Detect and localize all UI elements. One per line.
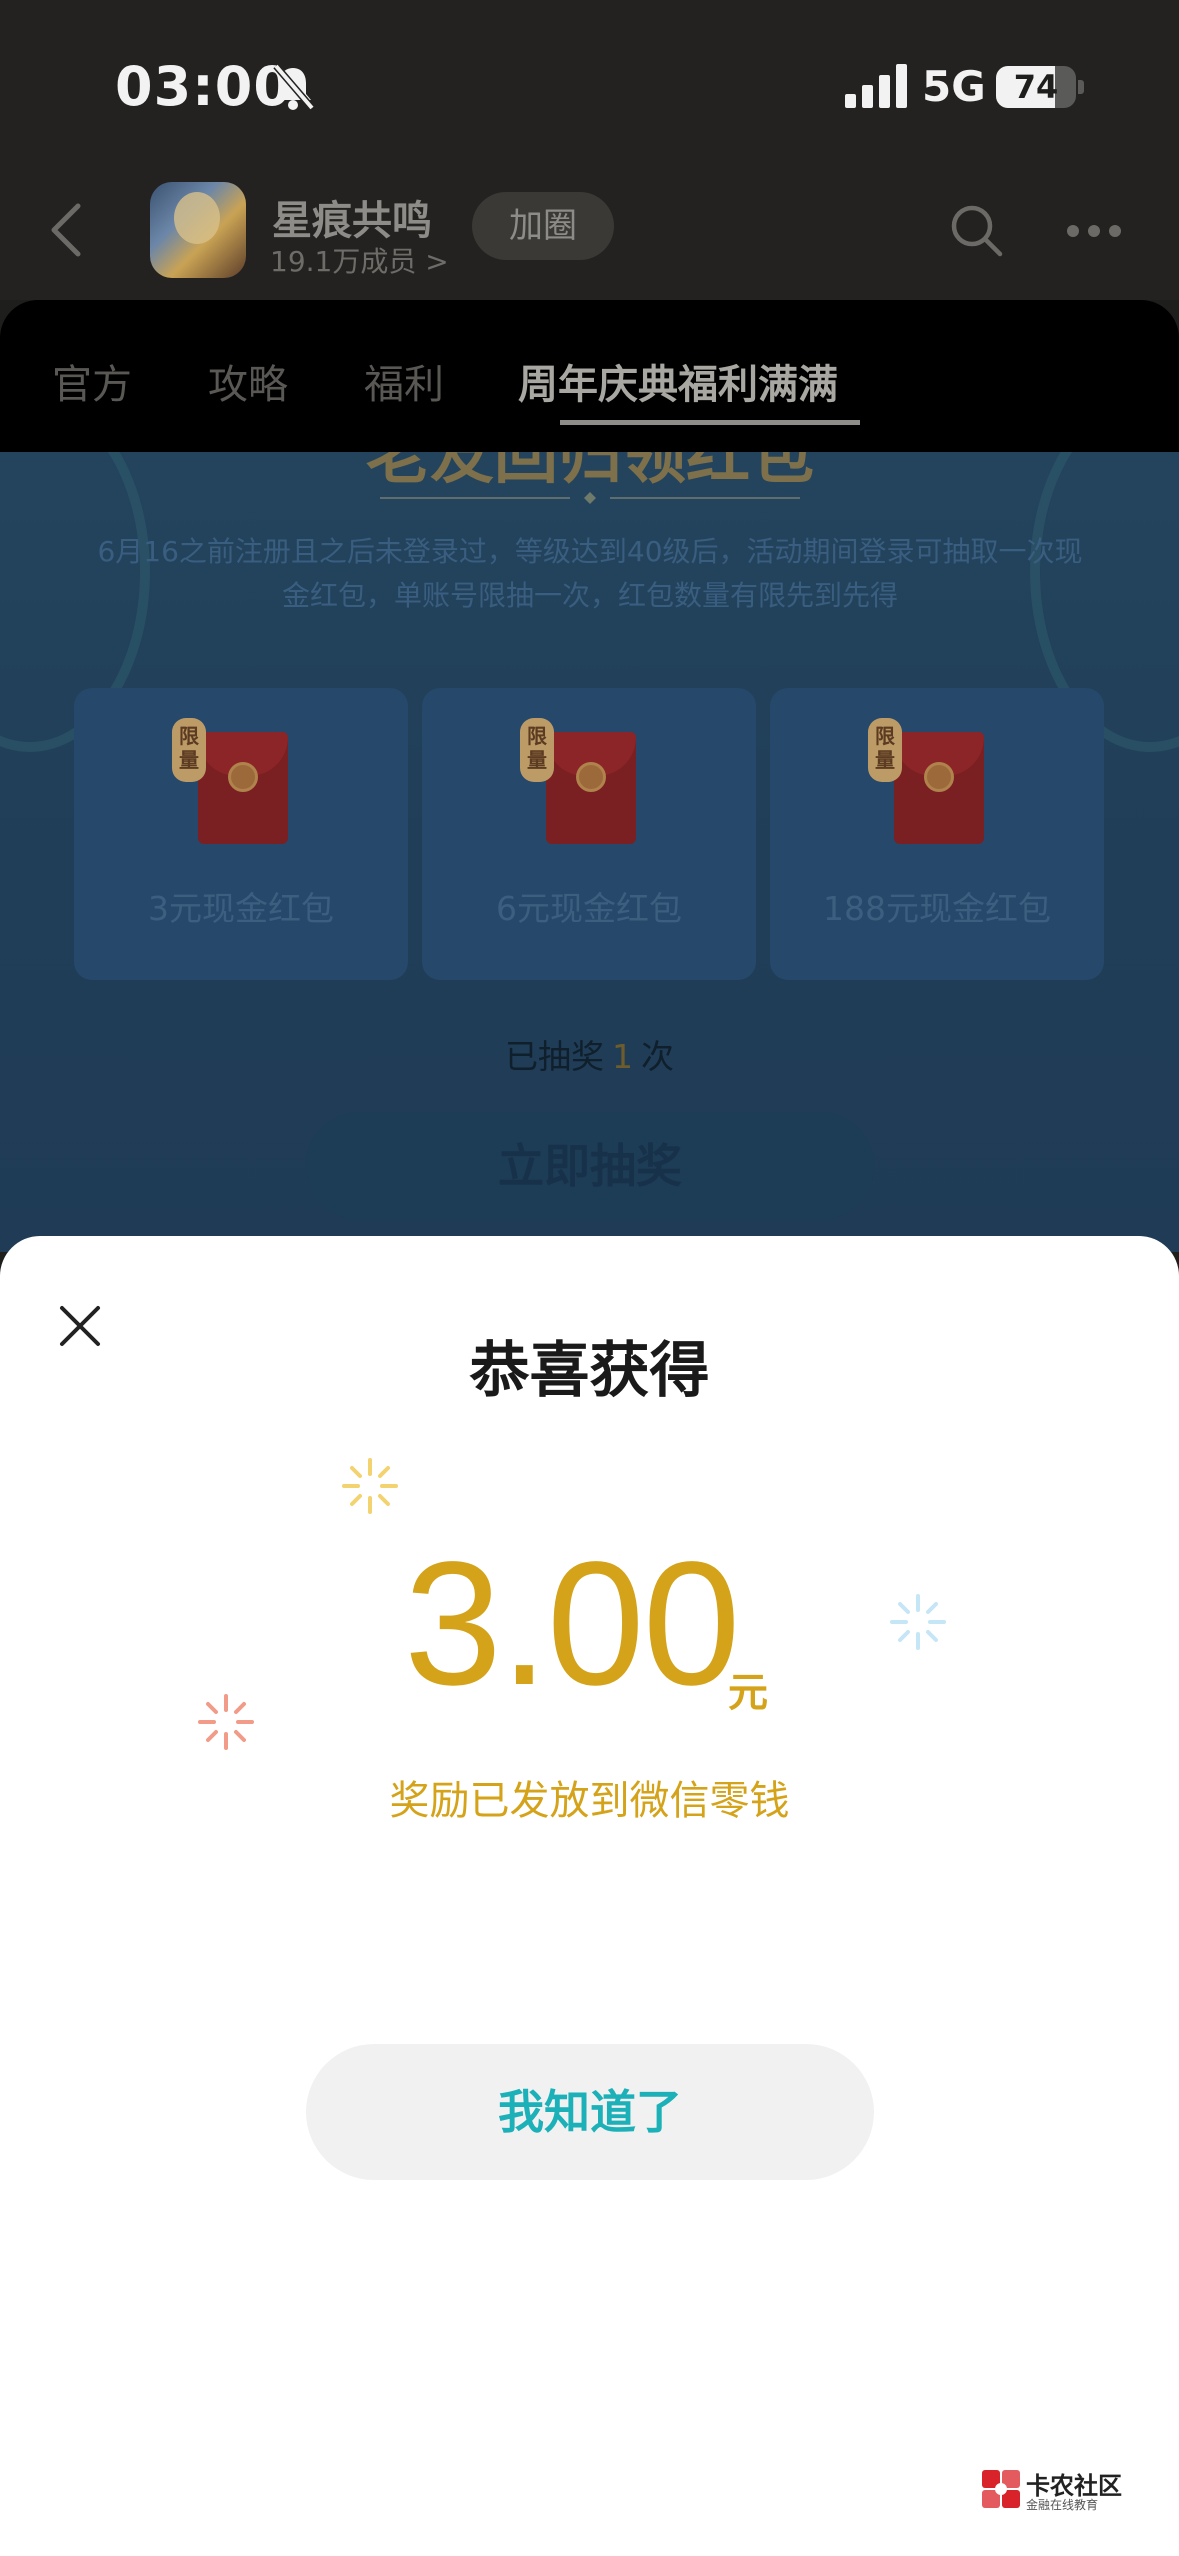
red-packet-icon: 限量 xyxy=(868,718,1008,858)
red-packet-icon: 限量 xyxy=(520,718,660,858)
reward-amount: 3.00 xyxy=(404,1526,741,1722)
prize-card: 限量 3元现金红包 xyxy=(74,688,408,980)
watermark: 卡农社区 金融在线教育 xyxy=(980,2464,1160,2514)
watermark-tagline: 金融在线教育 xyxy=(1026,2498,1099,2512)
draw-count-prefix: 已抽奖 xyxy=(505,1037,604,1076)
event-title: 老友回归领红包 xyxy=(366,452,814,493)
prize-card: 限量 188元现金红包 xyxy=(770,688,1104,980)
member-count[interactable]: 19.1万成员 > xyxy=(270,240,449,280)
cellular-signal-icon xyxy=(845,64,907,108)
join-circle-button[interactable]: 加圈 xyxy=(472,192,614,260)
modal-title: 恭喜获得 xyxy=(469,1336,710,1406)
back-arrow-icon[interactable] xyxy=(46,200,86,260)
active-tab-indicator xyxy=(560,420,860,425)
prize-label: 6元现金红包 xyxy=(496,889,682,928)
battery-tip xyxy=(1078,80,1084,94)
draw-count: 已抽奖 1 次 xyxy=(0,1030,1179,1078)
red-packet-icon: 限量 xyxy=(172,718,312,858)
tab-welfare[interactable]: 福利 xyxy=(364,352,444,410)
limited-badge: 限量 xyxy=(172,718,206,782)
game-avatar[interactable] xyxy=(150,182,246,278)
sparkle-icon xyxy=(342,1458,398,1514)
tab-anniversary[interactable]: 周年庆典福利满满 xyxy=(518,352,838,410)
coin-icon xyxy=(576,762,606,792)
bell-muted-icon xyxy=(273,63,315,111)
draw-count-number: 1 xyxy=(612,1037,633,1076)
reward-modal: 恭喜获得 3.00 元 奖励已发放到微信零钱 我知道了 xyxy=(0,1236,1179,2556)
confirm-button[interactable]: 我知道了 xyxy=(306,2044,874,2180)
search-icon[interactable] xyxy=(948,202,1004,258)
tab-official[interactable]: 官方 xyxy=(52,352,132,410)
prize-card: 限量 6元现金红包 xyxy=(422,688,756,980)
draw-now-button[interactable]: 立即抽奖 xyxy=(306,1112,874,1220)
event-content: 老友回归领红包 6月16之前注册且之后未登录过，等级达到40级后，活动期间登录可… xyxy=(0,452,1179,1252)
event-description: 6月16之前注册且之后未登录过，等级达到40级后，活动期间登录可抽取一次现金红包… xyxy=(97,535,1083,612)
currency-unit: 元 xyxy=(728,1670,768,1716)
title-divider xyxy=(380,492,800,504)
more-options-icon[interactable] xyxy=(1066,224,1122,238)
battery-percent: 74 xyxy=(1013,68,1059,106)
coin-icon xyxy=(924,762,954,792)
coin-icon xyxy=(228,762,258,792)
prize-label: 3元现金红包 xyxy=(148,889,334,928)
draw-count-suffix: 次 xyxy=(641,1037,674,1076)
circle-header: 星痕共鸣 19.1万成员 > 加圈 xyxy=(0,170,1179,300)
limited-badge: 限量 xyxy=(520,718,554,782)
sparkle-icon xyxy=(890,1594,946,1650)
tab-bar: 官方 攻略 福利 周年庆典福利满满 xyxy=(0,300,1179,452)
kanong-logo-icon xyxy=(982,2470,1020,2508)
reward-note: 奖励已发放到微信零钱 xyxy=(389,1778,790,1824)
clock: 03:00 xyxy=(115,55,292,118)
battery-icon: 74 xyxy=(996,66,1076,108)
network-type: 5G xyxy=(922,62,986,111)
status-bar: 03:00 5G 74 xyxy=(0,0,1179,170)
tab-guides[interactable]: 攻略 xyxy=(208,352,288,410)
circle-name[interactable]: 星痕共鸣 xyxy=(272,188,432,246)
limited-badge: 限量 xyxy=(868,718,902,782)
prize-label: 188元现金红包 xyxy=(823,889,1051,928)
sparkle-icon xyxy=(198,1694,254,1750)
